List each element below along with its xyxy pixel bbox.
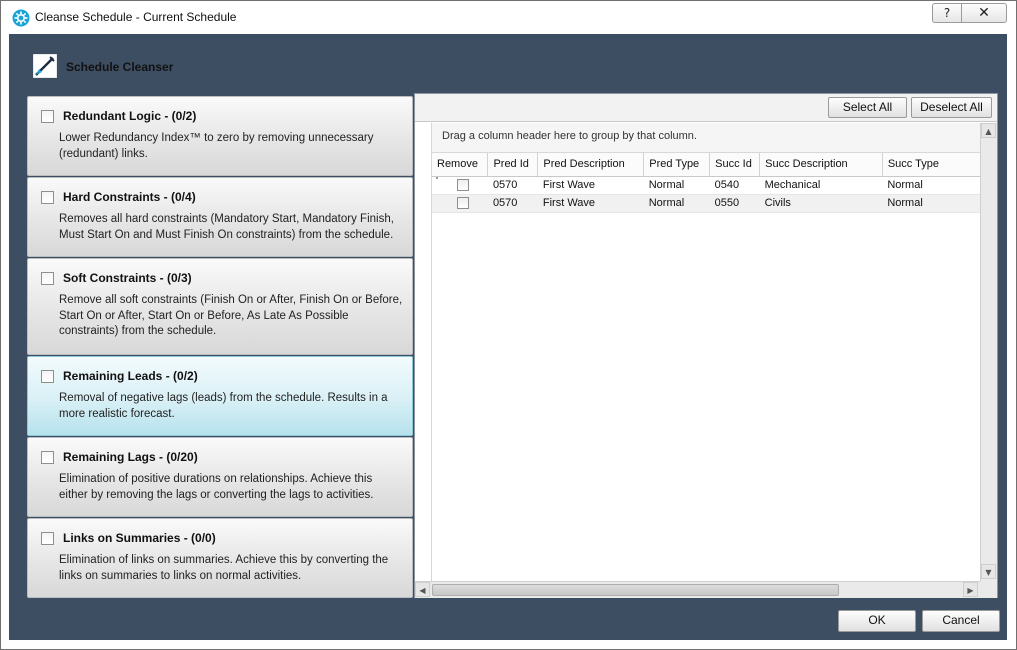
- page-title: Schedule Cleanser: [66, 60, 174, 74]
- remove-cell: [432, 176, 488, 195]
- pred-type-cell: Normal: [643, 194, 710, 213]
- rule-remaining-leads[interactable]: Remaining Leads - (0/2) Removal of negat…: [27, 356, 413, 436]
- rule-description: Elimination of positive durations on rel…: [59, 473, 374, 501]
- rule-checkbox[interactable]: [41, 191, 54, 204]
- links-grid: Drag a column header here to group by th…: [431, 123, 981, 581]
- rule-checkbox[interactable]: [41, 110, 54, 123]
- rule-redundant-logic[interactable]: Redundant Logic - (0/2) Lower Redundancy…: [27, 96, 413, 176]
- rule-hard-constraints[interactable]: Hard Constraints - (0/4) Removes all har…: [27, 177, 413, 257]
- column-header-succ-type[interactable]: Succ Type: [882, 153, 980, 177]
- title-bar: Cleanse Schedule - Current Schedule ? ✕: [1, 1, 1016, 33]
- rule-description: Removal of negative lags (leads) from th…: [59, 392, 388, 420]
- rule-soft-constraints[interactable]: Soft Constraints - (0/3) Remove all soft…: [27, 258, 413, 355]
- rule-title: Soft Constraints - (0/3): [63, 271, 192, 285]
- rule-description: Elimination of links on summaries. Achie…: [59, 554, 389, 582]
- pred-description-cell: First Wave: [537, 176, 644, 195]
- window-title: Cleanse Schedule - Current Schedule: [35, 10, 237, 24]
- pred-type-cell: Normal: [643, 176, 710, 195]
- horizontal-scroll-thumb[interactable]: [432, 584, 839, 596]
- remove-cell: [432, 194, 488, 213]
- rule-checkbox[interactable]: [41, 451, 54, 464]
- table-row[interactable]: 0570 First Wave Normal 0540 Mechanical N…: [432, 176, 980, 195]
- succ-description-cell: Civils: [759, 194, 883, 213]
- column-header-remove[interactable]: Remove: [432, 153, 489, 177]
- cancel-button[interactable]: Cancel: [922, 610, 1000, 632]
- column-header-pred-type[interactable]: Pred Type: [643, 153, 711, 177]
- close-button[interactable]: ✕: [961, 3, 1007, 23]
- grid-toolbar: Select All Deselect All: [415, 94, 997, 122]
- schedule-cleanser-icon: [33, 54, 57, 78]
- scroll-corner: [980, 581, 997, 598]
- succ-id-cell: 0550: [709, 194, 760, 213]
- rule-title: Remaining Lags - (0/20): [63, 450, 198, 464]
- rule-description: Removes all hard constraints (Mandatory …: [59, 213, 394, 241]
- links-panel: Select All Deselect All Drag a column he…: [414, 93, 998, 598]
- column-header-succ-description[interactable]: Succ Description: [759, 153, 883, 177]
- cleanse-schedule-dialog: Cleanse Schedule - Current Schedule ? ✕ …: [0, 0, 1017, 650]
- rule-description: Remove all soft constraints (Finish On o…: [59, 294, 403, 337]
- rule-description: Lower Redundancy Index™ to zero by remov…: [59, 132, 374, 160]
- table-row[interactable]: 0570 First Wave Normal 0550 Civils Norma…: [432, 194, 980, 213]
- column-header-succ-id[interactable]: Succ Id: [709, 153, 761, 177]
- pred-id-cell: 0570: [487, 194, 538, 213]
- rule-links-on-summaries[interactable]: Links on Summaries - (0/0) Elimination o…: [27, 518, 413, 598]
- links-table: Remove Pred Id Pred Description Pred Typ…: [432, 153, 980, 213]
- rule-title: Links on Summaries - (0/0): [63, 531, 216, 545]
- rule-title: Remaining Leads - (0/2): [63, 369, 198, 383]
- rule-title: Hard Constraints - (0/4): [63, 190, 196, 204]
- rule-checkbox[interactable]: [41, 532, 54, 545]
- rule-checkbox[interactable]: [41, 272, 54, 285]
- deselect-all-button[interactable]: Deselect All: [911, 97, 992, 118]
- scroll-right-icon[interactable]: ▶: [963, 582, 978, 597]
- scroll-down-icon[interactable]: ▼: [981, 564, 996, 579]
- succ-type-cell: Normal: [882, 176, 980, 195]
- rule-title: Redundant Logic - (0/2): [63, 109, 197, 123]
- column-header-pred-description[interactable]: Pred Description: [537, 153, 645, 177]
- remove-checkbox[interactable]: [457, 179, 469, 192]
- succ-type-cell: Normal: [882, 194, 980, 213]
- pred-description-cell: First Wave: [537, 194, 644, 213]
- succ-id-cell: 0540: [709, 176, 760, 195]
- remove-checkbox[interactable]: [457, 197, 469, 210]
- dialog-body: Schedule Cleanser Redundant Logic - (0/2…: [9, 34, 1007, 640]
- ok-button[interactable]: OK: [838, 610, 916, 632]
- vertical-scrollbar[interactable]: ▲ ▼: [980, 123, 997, 581]
- app-gear-icon: [12, 9, 30, 27]
- help-button[interactable]: ?: [932, 3, 962, 23]
- table-header-row: Remove Pred Id Pred Description Pred Typ…: [432, 153, 980, 177]
- column-header-pred-id[interactable]: Pred Id: [487, 153, 539, 177]
- rule-checkbox[interactable]: [41, 370, 54, 383]
- horizontal-scrollbar[interactable]: ◀ ▶: [415, 581, 980, 598]
- scroll-left-icon[interactable]: ◀: [415, 582, 430, 597]
- group-by-panel[interactable]: Drag a column header here to group by th…: [432, 123, 981, 153]
- select-all-button[interactable]: Select All: [828, 97, 907, 118]
- succ-description-cell: Mechanical: [759, 176, 883, 195]
- scroll-up-icon[interactable]: ▲: [981, 123, 996, 138]
- rule-remaining-lags[interactable]: Remaining Lags - (0/20) Elimination of p…: [27, 437, 413, 517]
- pred-id-cell: 0570: [487, 176, 538, 195]
